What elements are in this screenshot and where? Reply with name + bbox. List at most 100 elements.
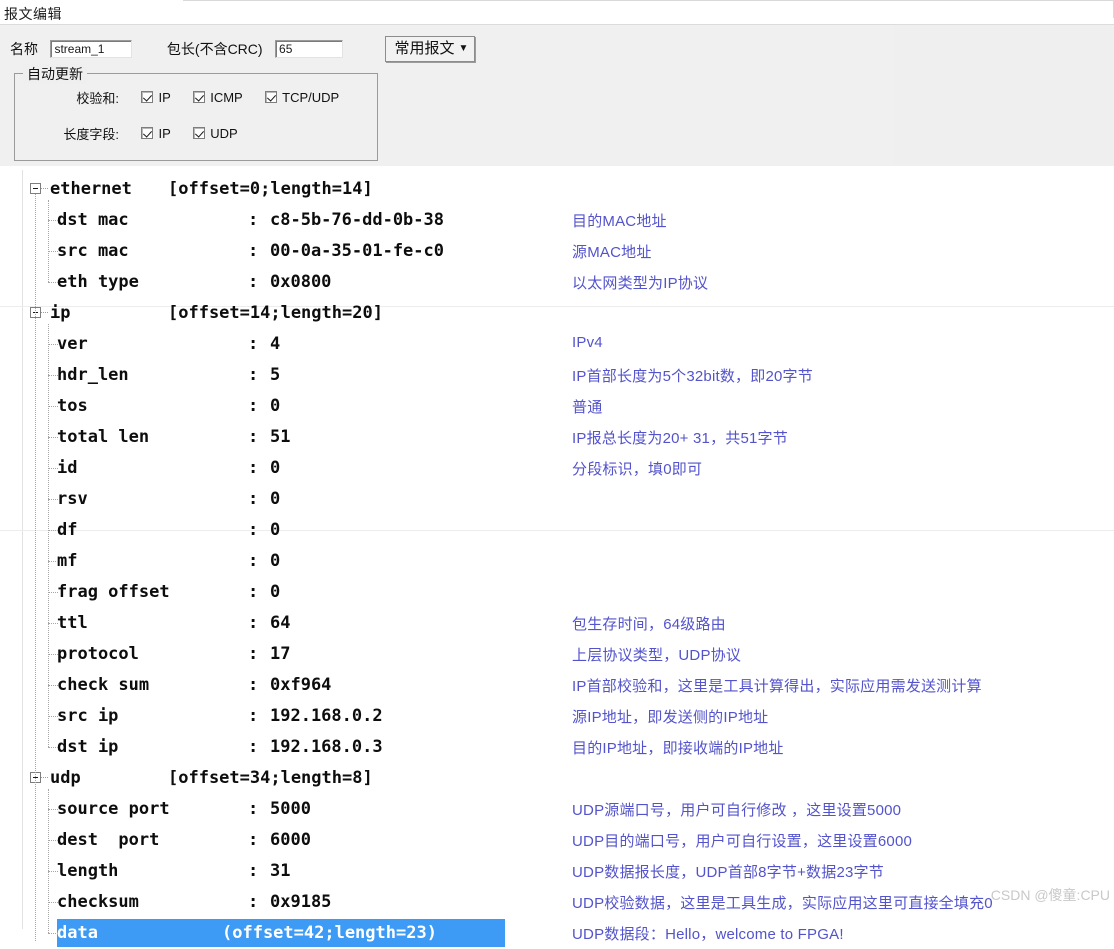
tree-row-colon: : [248,799,259,819]
checkbox-checksum-ip[interactable]: IP [141,89,171,107]
tree-group-row[interactable]: udp [offset=34;length=8] [0,763,560,794]
tree-row-colon: : [248,861,259,881]
tree-row-range: (offset=42;length=23) [222,923,437,943]
tree-field-row[interactable]: src mac:00-0a-35-01-fe-c0 [0,236,560,267]
field-annotation: 分段标识，填0即可 [572,461,703,478]
tree-row-value: c8-5b-76-dd-0b-38 [270,210,444,230]
tree-field-row[interactable]: df:0 [0,515,560,546]
tree-row-value: 192.168.0.2 [270,706,383,726]
checkmark-icon [141,91,154,104]
tree-row-name: ver [57,334,88,354]
tree-field-row[interactable]: mf:0 [0,546,560,577]
tree-row-name: protocol [57,644,139,664]
tree-branch-stub [48,840,58,841]
tree-row-name: udp [50,768,81,788]
packet-length-input[interactable] [275,40,344,58]
tree-row-name: rsv [57,489,88,509]
tree-collapse-icon[interactable] [30,183,41,194]
tree-group-row[interactable]: ethernet [offset=0;length=14] [0,174,560,205]
checkbox-checksum-icmp[interactable]: ICMP [193,89,243,107]
tree-connector [41,312,48,314]
tree-field-row[interactable]: check sum:0xf964 [0,670,560,701]
field-annotation: UDP目的端口号，用户可自行设置，这里设置6000 [572,833,913,850]
tree-field-row[interactable]: dst ip:192.168.0.3 [0,732,560,763]
tree-group-row[interactable]: ip [offset=14;length=20] [0,298,560,329]
tree-row-name: dest port [57,830,160,850]
tree-connector [41,188,48,190]
field-annotation: 以太网类型为IP协议 [572,275,709,292]
tree-row-name: ethernet [50,179,132,199]
checkbox-label: TCP/UDP [282,89,340,105]
tree-branch-stub [48,468,58,469]
protocol-tree-area: ethernet [offset=0;length=14] dst mac: c8-5… [0,166,1114,947]
tree-field-row[interactable]: dst mac: c8-5b-76-dd-0b-38 [0,205,560,236]
tree-row-name: data [57,923,98,943]
tree-field-row[interactable]: data (offset=42;length=23) [0,918,560,949]
checkmark-icon [265,91,278,104]
tree-field-row[interactable]: frag offset:0 [0,577,560,608]
tree-row-name: source port [57,799,170,819]
field-annotation: 目的IP地址，即接收端的IP地址 [572,740,784,757]
tree-root-connector [35,194,36,941]
tree-row-name: src ip [57,706,119,726]
tree-field-row[interactable]: dest port:6000 [0,825,560,856]
tree-field-row[interactable]: length:31 [0,856,560,887]
field-annotation: UDP源端口号，用户可自行修改 ，这里设置5000 [572,802,902,819]
checksum-row: 校验和: IP ICMP TCP/UDP [15,88,339,108]
packet-settings-panel: 名称 包长(不含CRC) 常用报文▼ 自动更新 校验和: IP ICMP TCP… [0,24,1114,167]
field-annotation: 上层协议类型，UDP协议 [572,647,742,664]
protocol-field-list[interactable]: ethernet [offset=0;length=14] dst mac: c8-5… [0,166,560,947]
checksum-label: 校验和: [76,91,119,106]
tree-branch-stub [48,561,58,562]
window-title: 报文编辑 [4,6,62,22]
tree-branch-stub [48,530,58,531]
length-field-label: 长度字段: [63,127,119,142]
chevron-down-icon: ▼ [458,43,469,54]
tree-row-colon: : [248,396,259,416]
tree-row-value: 0x9185 [270,892,332,912]
tree-row-range: [offset=0;length=14] [168,179,373,199]
tree-row-value: 0 [270,520,281,540]
tree-field-row[interactable]: source port:5000 [0,794,560,825]
field-annotation: 源IP地址，即发送侧的IP地址 [572,709,769,726]
tree-row-name: frag offset [57,582,170,602]
field-annotation: UDP校验数据，这里是工具生成，实际应用这里可直接全填充0 [572,895,993,912]
tree-field-row[interactable]: eth type:0x0800 [0,267,560,298]
tree-row-name: src mac [57,241,129,261]
tree-field-row[interactable]: id:0 [0,453,560,484]
tree-field-row[interactable]: checksum:0x9185 [0,887,560,918]
tree-branch-stub [48,685,58,686]
tree-row-colon: : [248,892,259,912]
tree-row-colon: : [248,489,259,509]
tree-branch-stub [48,902,58,903]
tree-field-row[interactable]: tos:0 [0,391,560,422]
checkbox-label: IP [158,125,171,141]
tree-row-colon: : [248,210,259,230]
tree-row-value: 0 [270,551,281,571]
tree-row-value: 5 [270,365,281,385]
tree-branch-stub [48,375,58,376]
tree-branch-connector [48,200,49,282]
tree-field-row[interactable]: hdr_len:5 [0,360,560,391]
tree-field-row[interactable]: protocol:17 [0,639,560,670]
tree-branch-stub [48,654,58,655]
tree-row-name: mf [57,551,78,571]
packet-length-label: 包长(不含CRC) [166,41,263,57]
stream-name-input[interactable] [50,40,133,58]
tree-branch-stub [48,437,58,438]
preset-packet-dropdown[interactable]: 常用报文 ▼ [385,36,476,62]
checkbox-checksum-tcpudp[interactable]: TCP/UDP [265,89,339,107]
checkbox-lenfield-ip[interactable]: IP [141,125,171,143]
tree-row-value: 0x0800 [270,272,332,292]
tree-field-row[interactable]: ver:4 [0,329,560,360]
tree-field-row[interactable]: rsv:0 [0,484,560,515]
tree-row-name: total len [57,427,150,447]
tree-row-colon: : [248,272,259,292]
tree-field-row[interactable]: total len:51 [0,422,560,453]
checkmark-icon [193,127,206,140]
checkbox-lenfield-udp[interactable]: UDP [193,125,238,143]
tree-branch-stub [48,220,58,221]
tree-field-row[interactable]: src ip:192.168.0.2 [0,701,560,732]
field-annotation: UDP数据报长度，UDP首部8字节+数据23字节 [572,864,884,881]
tree-field-row[interactable]: ttl:64 [0,608,560,639]
